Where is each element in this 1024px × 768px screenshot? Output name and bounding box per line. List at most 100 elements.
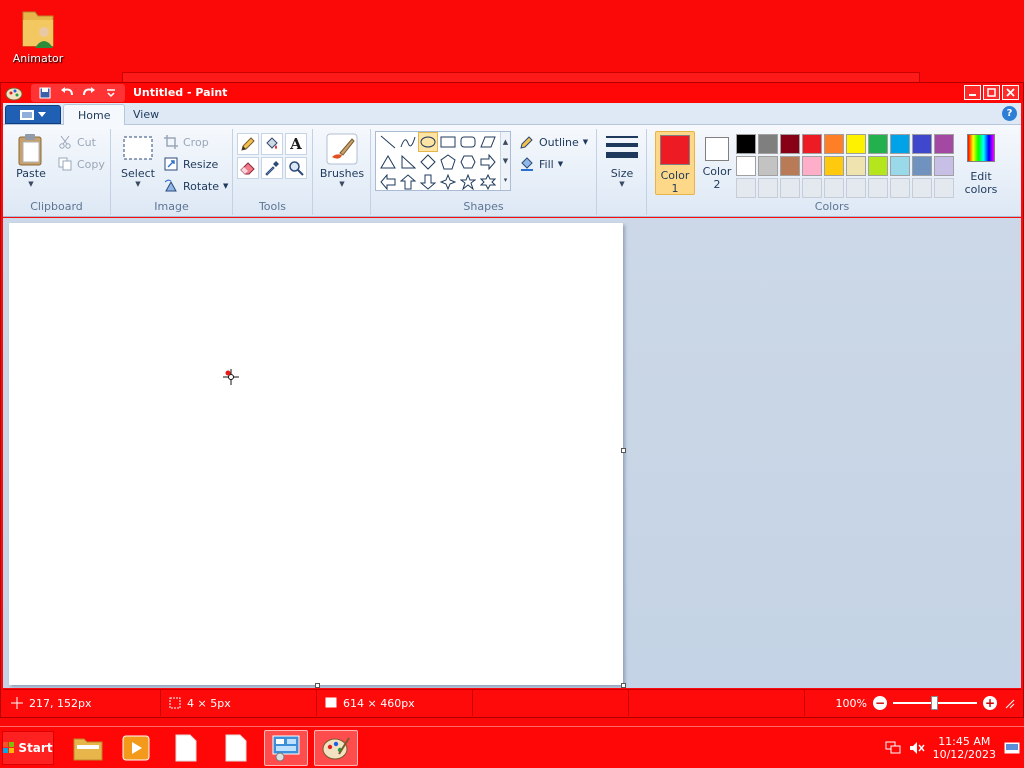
- line-shape-icon[interactable]: [378, 132, 398, 152]
- palette-swatch[interactable]: [824, 134, 844, 154]
- select-button[interactable]: Select ▼: [117, 133, 159, 188]
- resize-grip-icon[interactable]: [1003, 697, 1015, 709]
- expand-gallery-icon[interactable]: ▾: [504, 176, 508, 184]
- four-point-star-shape-icon[interactable]: [438, 172, 458, 192]
- rounded-rectangle-shape-icon[interactable]: [458, 132, 478, 152]
- help-button[interactable]: ?: [1002, 106, 1017, 121]
- palette-swatch[interactable]: [890, 156, 910, 176]
- palette-swatch[interactable]: [846, 156, 866, 176]
- desktop-icon-animator[interactable]: Animator: [8, 6, 68, 65]
- eraser-icon[interactable]: [237, 157, 259, 179]
- canvas-workspace[interactable]: [3, 218, 1021, 688]
- customize-toolbar-chevron-icon[interactable]: [101, 85, 121, 101]
- right-triangle-shape-icon[interactable]: [398, 152, 418, 172]
- palette-swatch[interactable]: [824, 156, 844, 176]
- palette-swatch[interactable]: [912, 156, 932, 176]
- palette-swatch[interactable]: [736, 134, 756, 154]
- palette-swatch[interactable]: [736, 156, 756, 176]
- canvas-resize-handle-bottom[interactable]: [315, 683, 320, 688]
- palette-swatch[interactable]: [758, 156, 778, 176]
- rectangle-shape-icon[interactable]: [438, 132, 458, 152]
- hexagon-shape-icon[interactable]: [458, 152, 478, 172]
- show-desktop-icon[interactable]: [1004, 741, 1020, 755]
- copy-button[interactable]: Copy: [57, 155, 105, 173]
- rotate-button[interactable]: Rotate ▼: [163, 177, 228, 195]
- canvas-resize-handle-right[interactable]: [621, 448, 626, 453]
- pentagon-shape-icon[interactable]: [438, 152, 458, 172]
- oval-shape-icon[interactable]: [418, 132, 438, 152]
- outline-button[interactable]: Outline ▼: [519, 133, 588, 151]
- paint-menu-button[interactable]: [5, 105, 61, 124]
- start-button[interactable]: Start: [2, 731, 54, 765]
- palette-swatch[interactable]: [934, 156, 954, 176]
- palette-swatch[interactable]: [802, 156, 822, 176]
- taskbar-paint[interactable]: [314, 730, 358, 766]
- close-button[interactable]: [1002, 85, 1019, 100]
- palette-custom-slot[interactable]: [780, 178, 800, 198]
- zoom-slider[interactable]: [893, 696, 977, 710]
- six-point-star-shape-icon[interactable]: [478, 172, 498, 192]
- paint-app-icon[interactable]: [5, 85, 23, 101]
- drawing-canvas[interactable]: [9, 223, 623, 685]
- magnifier-icon[interactable]: [285, 157, 307, 179]
- tab-view[interactable]: View: [119, 104, 173, 125]
- save-icon[interactable]: [35, 85, 55, 101]
- scroll-down-icon[interactable]: ▼: [503, 157, 508, 165]
- undo-icon[interactable]: [57, 85, 77, 101]
- fill-button[interactable]: Fill ▼: [519, 155, 563, 173]
- palette-swatch[interactable]: [780, 134, 800, 154]
- up-arrow-shape-icon[interactable]: [398, 172, 418, 192]
- shapes-scrollbar[interactable]: ▲ ▼ ▾: [500, 132, 510, 190]
- palette-swatch[interactable]: [758, 134, 778, 154]
- scroll-up-icon[interactable]: ▲: [503, 138, 508, 146]
- taskbar-media-player[interactable]: [114, 730, 158, 766]
- network-icon[interactable]: [885, 741, 901, 755]
- brushes-button[interactable]: Brushes ▼: [319, 133, 365, 188]
- redo-icon[interactable]: [79, 85, 99, 101]
- text-tool-icon[interactable]: A: [285, 133, 307, 155]
- title-bar[interactable]: Untitled - Paint: [1, 83, 1023, 103]
- tab-home[interactable]: Home: [63, 104, 126, 125]
- resize-button[interactable]: Resize: [163, 155, 218, 173]
- zoom-out-icon[interactable]: −: [873, 696, 887, 710]
- color-2-button[interactable]: Color 2: [697, 131, 737, 195]
- crop-button[interactable]: Crop: [163, 133, 209, 151]
- volume-muted-icon[interactable]: [909, 741, 925, 755]
- curve-shape-icon[interactable]: [398, 132, 418, 152]
- triangle-shape-icon[interactable]: [378, 152, 398, 172]
- size-button[interactable]: Size ▼: [603, 133, 641, 188]
- five-point-star-shape-icon[interactable]: [458, 172, 478, 192]
- taskbar-file-explorer[interactable]: [66, 730, 110, 766]
- cut-button[interactable]: Cut: [57, 133, 96, 151]
- canvas-resize-handle-corner[interactable]: [621, 683, 626, 688]
- palette-custom-slot[interactable]: [736, 178, 756, 198]
- palette-swatch[interactable]: [802, 134, 822, 154]
- polygon-shape-icon[interactable]: [478, 132, 498, 152]
- edit-colors-button[interactable]: Edit colors: [961, 131, 1001, 196]
- color-1-button[interactable]: Color 1: [655, 131, 695, 195]
- palette-swatch[interactable]: [868, 156, 888, 176]
- palette-swatch[interactable]: [934, 134, 954, 154]
- maximize-button[interactable]: [983, 85, 1000, 100]
- palette-custom-slot[interactable]: [802, 178, 822, 198]
- palette-swatch[interactable]: [868, 134, 888, 154]
- palette-swatch[interactable]: [846, 134, 866, 154]
- palette-swatch[interactable]: [780, 156, 800, 176]
- color-picker-icon[interactable]: [261, 157, 283, 179]
- palette-custom-slot[interactable]: [846, 178, 866, 198]
- palette-custom-slot[interactable]: [868, 178, 888, 198]
- taskbar-document-2[interactable]: [214, 730, 258, 766]
- pencil-icon[interactable]: [237, 133, 259, 155]
- taskbar-control-panel[interactable]: [264, 730, 308, 766]
- minimize-button[interactable]: [964, 85, 981, 100]
- zoom-slider-thumb[interactable]: [931, 696, 938, 710]
- fill-bucket-icon[interactable]: [261, 133, 283, 155]
- clock[interactable]: 11:45 AM 10/12/2023: [933, 735, 996, 761]
- palette-custom-slot[interactable]: [934, 178, 954, 198]
- zoom-in-icon[interactable]: +: [983, 696, 997, 710]
- diamond-shape-icon[interactable]: [418, 152, 438, 172]
- paste-button[interactable]: Paste ▼: [11, 133, 51, 188]
- palette-custom-slot[interactable]: [824, 178, 844, 198]
- taskbar-document-1[interactable]: [164, 730, 208, 766]
- right-arrow-shape-icon[interactable]: [478, 152, 498, 172]
